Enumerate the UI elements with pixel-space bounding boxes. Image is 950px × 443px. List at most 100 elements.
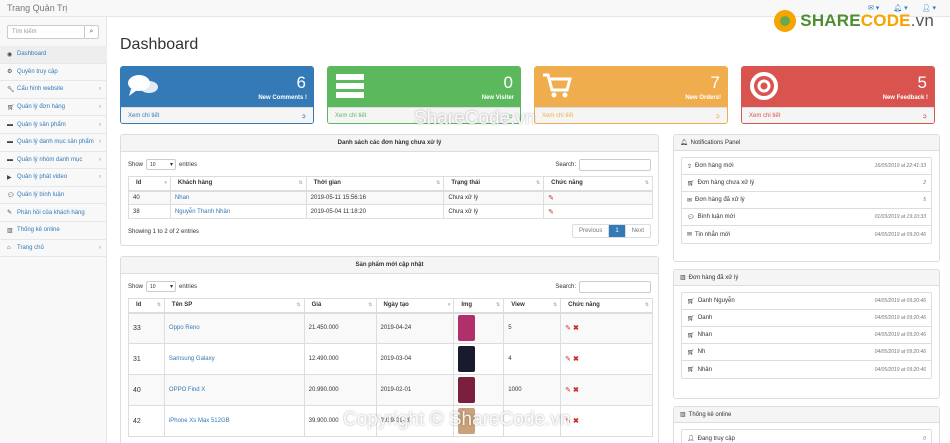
search-placeholder: Tìm kiếm (12, 29, 37, 35)
sidebar-item-3[interactable]: 🛒︎ Quản lý đơn hàng ‹ (0, 99, 107, 117)
sidebar-item-6[interactable]: ▬ Quản lý nhóm danh mục ‹ (0, 152, 107, 170)
edit-icon[interactable]: ✎ (548, 208, 554, 216)
view-details-link[interactable]: Xem chi tiết ➲ (535, 107, 727, 123)
pager-page-1[interactable]: 1 (608, 225, 625, 237)
view-details-link[interactable]: Xem chi tiết ➲ (742, 107, 934, 123)
product-views: 1000 (503, 374, 562, 406)
delete-icon[interactable]: ✖ (573, 386, 579, 394)
stat-card-0: 6 New Comments ! Xem chi tiết ➲ (120, 66, 314, 124)
product-name-link[interactable]: Oppo Reno (169, 325, 200, 331)
sidebar-item-label: Thống kê online (17, 227, 60, 234)
sort-icon: ⇅ (436, 180, 441, 186)
column-header[interactable]: Khách hàng ⇅ (169, 176, 307, 192)
column-header[interactable]: Id ⇅ (128, 298, 165, 314)
stat-count: 6 (296, 73, 306, 92)
sidebar-item-8[interactable]: 💬︎ Quản lý bình luận (0, 187, 107, 205)
home-icon: ⌂ (7, 244, 11, 251)
list-item[interactable]: ✉ Đơn hàng đã xử lý 5 (682, 192, 931, 209)
cart-icon (543, 73, 572, 98)
sidebar-item-11[interactable]: ⌂ Trang chủ ‹ (0, 240, 107, 258)
sidebar-item-9[interactable]: ✎ Phản hồi của khách hàng (0, 204, 107, 222)
product-name-link[interactable]: OPPO Find X (169, 387, 205, 393)
sidebar-item-4[interactable]: ▬ Quản lý sản phẩm ‹ (0, 116, 107, 134)
product-price: 20.990.000 (303, 374, 377, 406)
edit-icon[interactable]: ✎ (565, 324, 571, 332)
customer-link[interactable]: Nguyễn Thanh Nhân (175, 209, 230, 215)
column-header[interactable]: Thời gian ⇅ (305, 176, 445, 192)
page-length-select[interactable]: 10 (146, 159, 177, 170)
online-stats-list: 👤︎ Đang truy cập 0 (681, 429, 932, 443)
search-icon[interactable]: ⌕ (84, 25, 98, 39)
product-date: 2019-02-01 (375, 374, 455, 406)
customer-link[interactable]: Nhan (175, 195, 189, 201)
list-item[interactable]: ✉ Tin nhắn mới 04/05/2019 at 09:20:46 (682, 226, 931, 243)
comment-icon: 💬︎ (687, 214, 695, 221)
sidebar-item-1[interactable]: ⚙ Quyền truy cập (0, 64, 107, 82)
search-input[interactable]: Tìm kiếm ⌕ (7, 25, 99, 39)
cart-icon: 🛒︎ (687, 298, 695, 305)
list-item[interactable]: 🛒︎ Oanh Nguyễn 04/05/2019 at 09:20:46 (682, 293, 931, 310)
sort-icon: ⇅ (535, 180, 541, 186)
chart-icon: ▥ (680, 412, 686, 418)
stat-count: 0 (503, 73, 513, 92)
product-id: 31 (128, 343, 165, 375)
pager-next[interactable]: Next (624, 225, 650, 237)
products-search-input[interactable] (579, 281, 651, 293)
product-price: 12.490.000 (303, 343, 377, 375)
list-item[interactable]: 🛒︎ Nh 04/05/2019 at 09:20:46 (682, 344, 931, 361)
sidebar-item-label: Quản lý bình luận (17, 192, 65, 199)
sidebar-item-10[interactable]: ▥ Thống kê online (0, 222, 107, 240)
column-header[interactable]: Chức năng ⇅ (560, 298, 653, 314)
list-item[interactable]: 💬︎ Bình luận mới 01/03/2019 at 19:10:33 (682, 209, 931, 226)
column-label: Khách hàng (177, 180, 213, 187)
column-header[interactable]: Ngày tạo ▾ (375, 298, 455, 314)
chart-icon: ▥ (7, 227, 13, 234)
orders-search-input[interactable] (579, 159, 651, 171)
column-header[interactable]: Chức năng ⇅ (543, 176, 653, 192)
list-item-value: 2 (923, 180, 926, 186)
list-item[interactable]: 🛒︎ Đơn hàng chưa xử lý 2 (682, 175, 931, 192)
support-icon (750, 72, 778, 100)
list-item[interactable]: 🛒︎ Nhan 04/05/2019 at 09:20:46 (682, 327, 931, 344)
list-item[interactable]: 🛒︎ Oanh 04/05/2019 at 09:20:46 (682, 310, 931, 327)
processed-orders-title: Đơn hàng đã xử lý (688, 274, 739, 281)
sidebar-item-5[interactable]: ▬ Quản lý danh mục sản phẩm ‹ (0, 134, 107, 152)
list-item-value: 04/05/2019 at 09:20:46 (874, 332, 926, 338)
chart-icon: ▥ (680, 275, 686, 281)
show-label: Show (128, 283, 144, 290)
delete-icon[interactable]: ✖ (573, 417, 579, 425)
wrench-icon: 🔧︎ (7, 86, 15, 93)
list-item-label: Đơn hàng mới (695, 163, 734, 169)
list-item[interactable]: 🛒︎ Nhân 04/05/2019 at 09:20:46 (682, 361, 931, 378)
page-length-select[interactable]: 10 (146, 281, 177, 292)
column-label: Tên SP (171, 302, 193, 309)
edit-icon[interactable]: ✎ (565, 355, 571, 363)
view-details-link[interactable]: Xem chi tiết ➲ (121, 107, 313, 123)
column-label: Id (136, 180, 142, 187)
delete-icon[interactable]: ✖ (573, 355, 579, 363)
product-name-link[interactable]: Samsung Galaxy (169, 356, 215, 362)
column-header[interactable]: Trạng thái ⇅ (443, 176, 545, 192)
column-header[interactable]: Giá ⇅ (303, 298, 377, 314)
product-name-link[interactable]: iPhone Xs Max 512GB (169, 418, 230, 424)
column-header[interactable]: Id ▾ (128, 176, 171, 192)
list-item[interactable]: ⇪ Đơn hàng mới 16/05/2019 at 22:41:33 (682, 158, 931, 175)
list-item[interactable]: 👤︎ Đang truy cập 0 (682, 430, 931, 443)
list-icon (336, 74, 364, 98)
column-header[interactable]: Img ⇅ (453, 298, 505, 314)
sidebar-item-0[interactable]: ◉ Dashboard (0, 46, 107, 64)
entries-label: entries (179, 161, 198, 168)
list-item-value: 0 (923, 435, 926, 442)
pager-previous[interactable]: Previous (573, 225, 608, 237)
sidebar-item-7[interactable]: ▶ Quản lý phát video ‹ (0, 169, 107, 187)
column-header[interactable]: Tên SP ⇅ (163, 298, 305, 314)
column-header[interactable]: View ⇅ (503, 298, 562, 314)
product-id: 33 (128, 312, 165, 344)
app-title[interactable]: Trang Quản Trị (7, 3, 67, 13)
edit-icon[interactable]: ✎ (548, 194, 554, 202)
delete-icon[interactable]: ✖ (573, 324, 579, 332)
bell-icon: 🔔︎ (680, 140, 688, 146)
edit-icon[interactable]: ✎ (565, 386, 571, 394)
entries-label: entries (179, 283, 198, 290)
sidebar-item-2[interactable]: 🔧︎ Cấu hình website ‹ (0, 81, 107, 99)
